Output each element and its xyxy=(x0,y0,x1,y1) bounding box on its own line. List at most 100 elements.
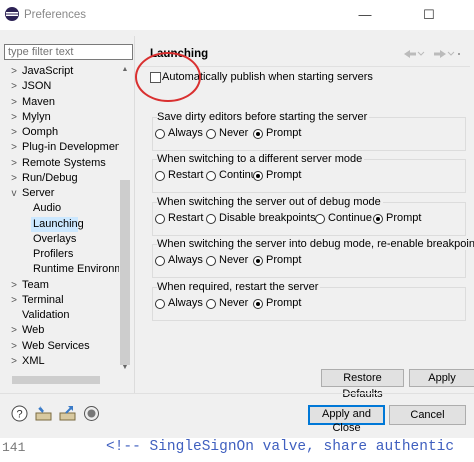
radio-prompt[interactable] xyxy=(253,129,263,139)
radio-restart[interactable] xyxy=(155,171,165,181)
tree-item-label: Plug-in Development xyxy=(22,141,125,154)
tree-item-label: Audio xyxy=(33,202,62,215)
forward-arrow-icon[interactable] xyxy=(434,50,455,58)
filter-input[interactable] xyxy=(4,44,133,60)
record-icon[interactable] xyxy=(83,405,100,422)
radio-disable-breakpoints[interactable] xyxy=(206,214,216,224)
maximize-button[interactable]: ☐ xyxy=(414,5,444,25)
tree-item-oomph[interactable]: > Oomph xyxy=(0,125,118,140)
tree-item-maven[interactable]: > Maven xyxy=(0,95,118,110)
radio-label[interactable]: Prompt xyxy=(266,169,301,181)
tree-item-web[interactable]: > Web xyxy=(0,323,118,338)
radio-label[interactable]: Prompt xyxy=(266,254,301,266)
scroll-up-arrow[interactable]: ▲ xyxy=(119,64,131,76)
radio-never[interactable] xyxy=(206,299,216,309)
tree-item-plug-in-development[interactable]: > Plug-in Development xyxy=(0,140,124,155)
tree-item-server[interactable]: v Server xyxy=(0,186,118,201)
chevron-right-icon[interactable]: > xyxy=(9,140,19,155)
chevron-right-icon[interactable]: > xyxy=(9,354,19,369)
back-arrow-icon[interactable] xyxy=(404,50,425,58)
radio-continue[interactable] xyxy=(206,171,216,181)
radio-prompt[interactable] xyxy=(253,256,263,266)
export-icon[interactable] xyxy=(59,405,76,422)
tree-item-label: Runtime Environme xyxy=(33,263,130,276)
tree-item-label: Maven xyxy=(22,95,56,108)
tree-scroll-thumb[interactable] xyxy=(120,180,130,365)
radio-label[interactable]: Prompt xyxy=(386,212,421,224)
radio-continue[interactable] xyxy=(315,214,325,224)
radio-always[interactable] xyxy=(155,299,165,309)
tree-item-json[interactable]: > JSON xyxy=(0,79,118,94)
radio-label[interactable]: Disable breakpoints xyxy=(219,212,316,224)
radio-label[interactable]: Continue xyxy=(328,212,372,224)
radio-always[interactable] xyxy=(155,256,165,266)
tree-hscroll-thumb[interactable] xyxy=(12,376,100,384)
tree-item-overlays[interactable]: Overlays xyxy=(31,232,131,247)
navigation-arrows xyxy=(404,50,460,58)
chevron-right-icon[interactable]: > xyxy=(9,110,19,125)
help-icon[interactable]: ? xyxy=(11,405,28,422)
option-group-title: When switching the server into debug mod… xyxy=(157,238,474,250)
chevron-right-icon[interactable]: > xyxy=(9,339,19,354)
restore-defaults-button[interactable]: Restore Defaults xyxy=(321,369,404,400)
radio-label[interactable]: Never xyxy=(219,127,248,139)
chevron-right-icon[interactable]: > xyxy=(9,278,19,293)
view-menu-icon[interactable] xyxy=(458,53,460,55)
radio-label[interactable]: Restart xyxy=(168,212,203,224)
tree-item-runtime-environme[interactable]: Runtime Environme xyxy=(31,262,131,277)
apply-and-close-button[interactable]: Apply and Close xyxy=(308,405,385,434)
radio-always[interactable] xyxy=(155,129,165,139)
radio-never[interactable] xyxy=(206,129,216,139)
chevron-right-icon[interactable]: > xyxy=(9,323,19,338)
preferences-window: Preferences — ☐ >JavaScript>JSON>Maven>M… xyxy=(0,0,474,438)
radio-prompt[interactable] xyxy=(253,299,263,309)
cancel-button[interactable]: Cancel xyxy=(389,405,466,425)
code-line: <!-- SingleSignOn valve, share authentic xyxy=(106,439,455,455)
tree-item-xml[interactable]: > XML xyxy=(0,354,118,369)
radio-label[interactable]: Restart xyxy=(168,169,203,181)
radio-never[interactable] xyxy=(206,256,216,266)
radio-label[interactable]: Always xyxy=(168,254,203,266)
chevron-right-icon[interactable]: > xyxy=(9,79,19,94)
radio-prompt[interactable] xyxy=(253,171,263,181)
radio-label[interactable]: Prompt xyxy=(266,127,301,139)
chevron-right-icon[interactable]: > xyxy=(9,64,19,79)
window-title: Preferences xyxy=(24,9,87,21)
tree-item-mylyn[interactable]: > Mylyn xyxy=(0,110,118,125)
option-group-title: When required, restart the server xyxy=(157,281,321,293)
tree-item-launching[interactable]: Launching xyxy=(31,216,84,232)
chevron-right-icon[interactable]: > xyxy=(9,171,19,186)
chevron-right-icon[interactable]: > xyxy=(9,156,19,171)
radio-label[interactable]: Always xyxy=(168,297,203,309)
pane-divider[interactable] xyxy=(134,36,135,394)
tree-item-audio[interactable]: Audio xyxy=(31,201,131,216)
tree-item-label: Mylyn xyxy=(22,110,51,123)
tree-item-label: Oomph xyxy=(22,126,59,138)
minimize-button[interactable]: — xyxy=(350,5,380,25)
tree-item-web-services[interactable]: > Web Services xyxy=(0,339,118,354)
radio-restart[interactable] xyxy=(155,214,165,224)
line-number: 141 xyxy=(2,440,26,455)
chevron-down-icon[interactable]: v xyxy=(9,186,19,201)
radio-label[interactable]: Never xyxy=(219,254,248,266)
tree-item-validation[interactable]: Validation xyxy=(0,308,118,323)
radio-label[interactable]: Always xyxy=(168,127,203,139)
title-bar[interactable]: Preferences — ☐ xyxy=(0,0,474,30)
tree-item-profilers[interactable]: Profilers xyxy=(31,247,131,262)
option-group-title: Save dirty editors before starting the s… xyxy=(157,111,370,123)
import-icon[interactable] xyxy=(35,405,52,422)
tree-item-terminal[interactable]: > Terminal xyxy=(0,293,118,308)
tree-item-remote-systems[interactable]: > Remote Systems xyxy=(0,156,118,171)
chevron-right-icon[interactable]: > xyxy=(9,293,19,308)
tree-item-run-debug[interactable]: > Run/Debug xyxy=(0,171,118,186)
tree-item-team[interactable]: > Team xyxy=(0,278,118,293)
tree-item-label: Overlays xyxy=(33,232,77,245)
radio-prompt[interactable] xyxy=(373,214,383,224)
scroll-down-arrow[interactable]: ▼ xyxy=(119,362,131,374)
radio-label[interactable]: Never xyxy=(219,297,248,309)
chevron-right-icon[interactable]: > xyxy=(9,125,19,140)
chevron-right-icon[interactable]: > xyxy=(9,95,19,110)
tree-item-javascript[interactable]: > JavaScript xyxy=(0,64,118,79)
radio-label[interactable]: Prompt xyxy=(266,297,301,309)
apply-button[interactable]: Apply xyxy=(409,369,474,387)
